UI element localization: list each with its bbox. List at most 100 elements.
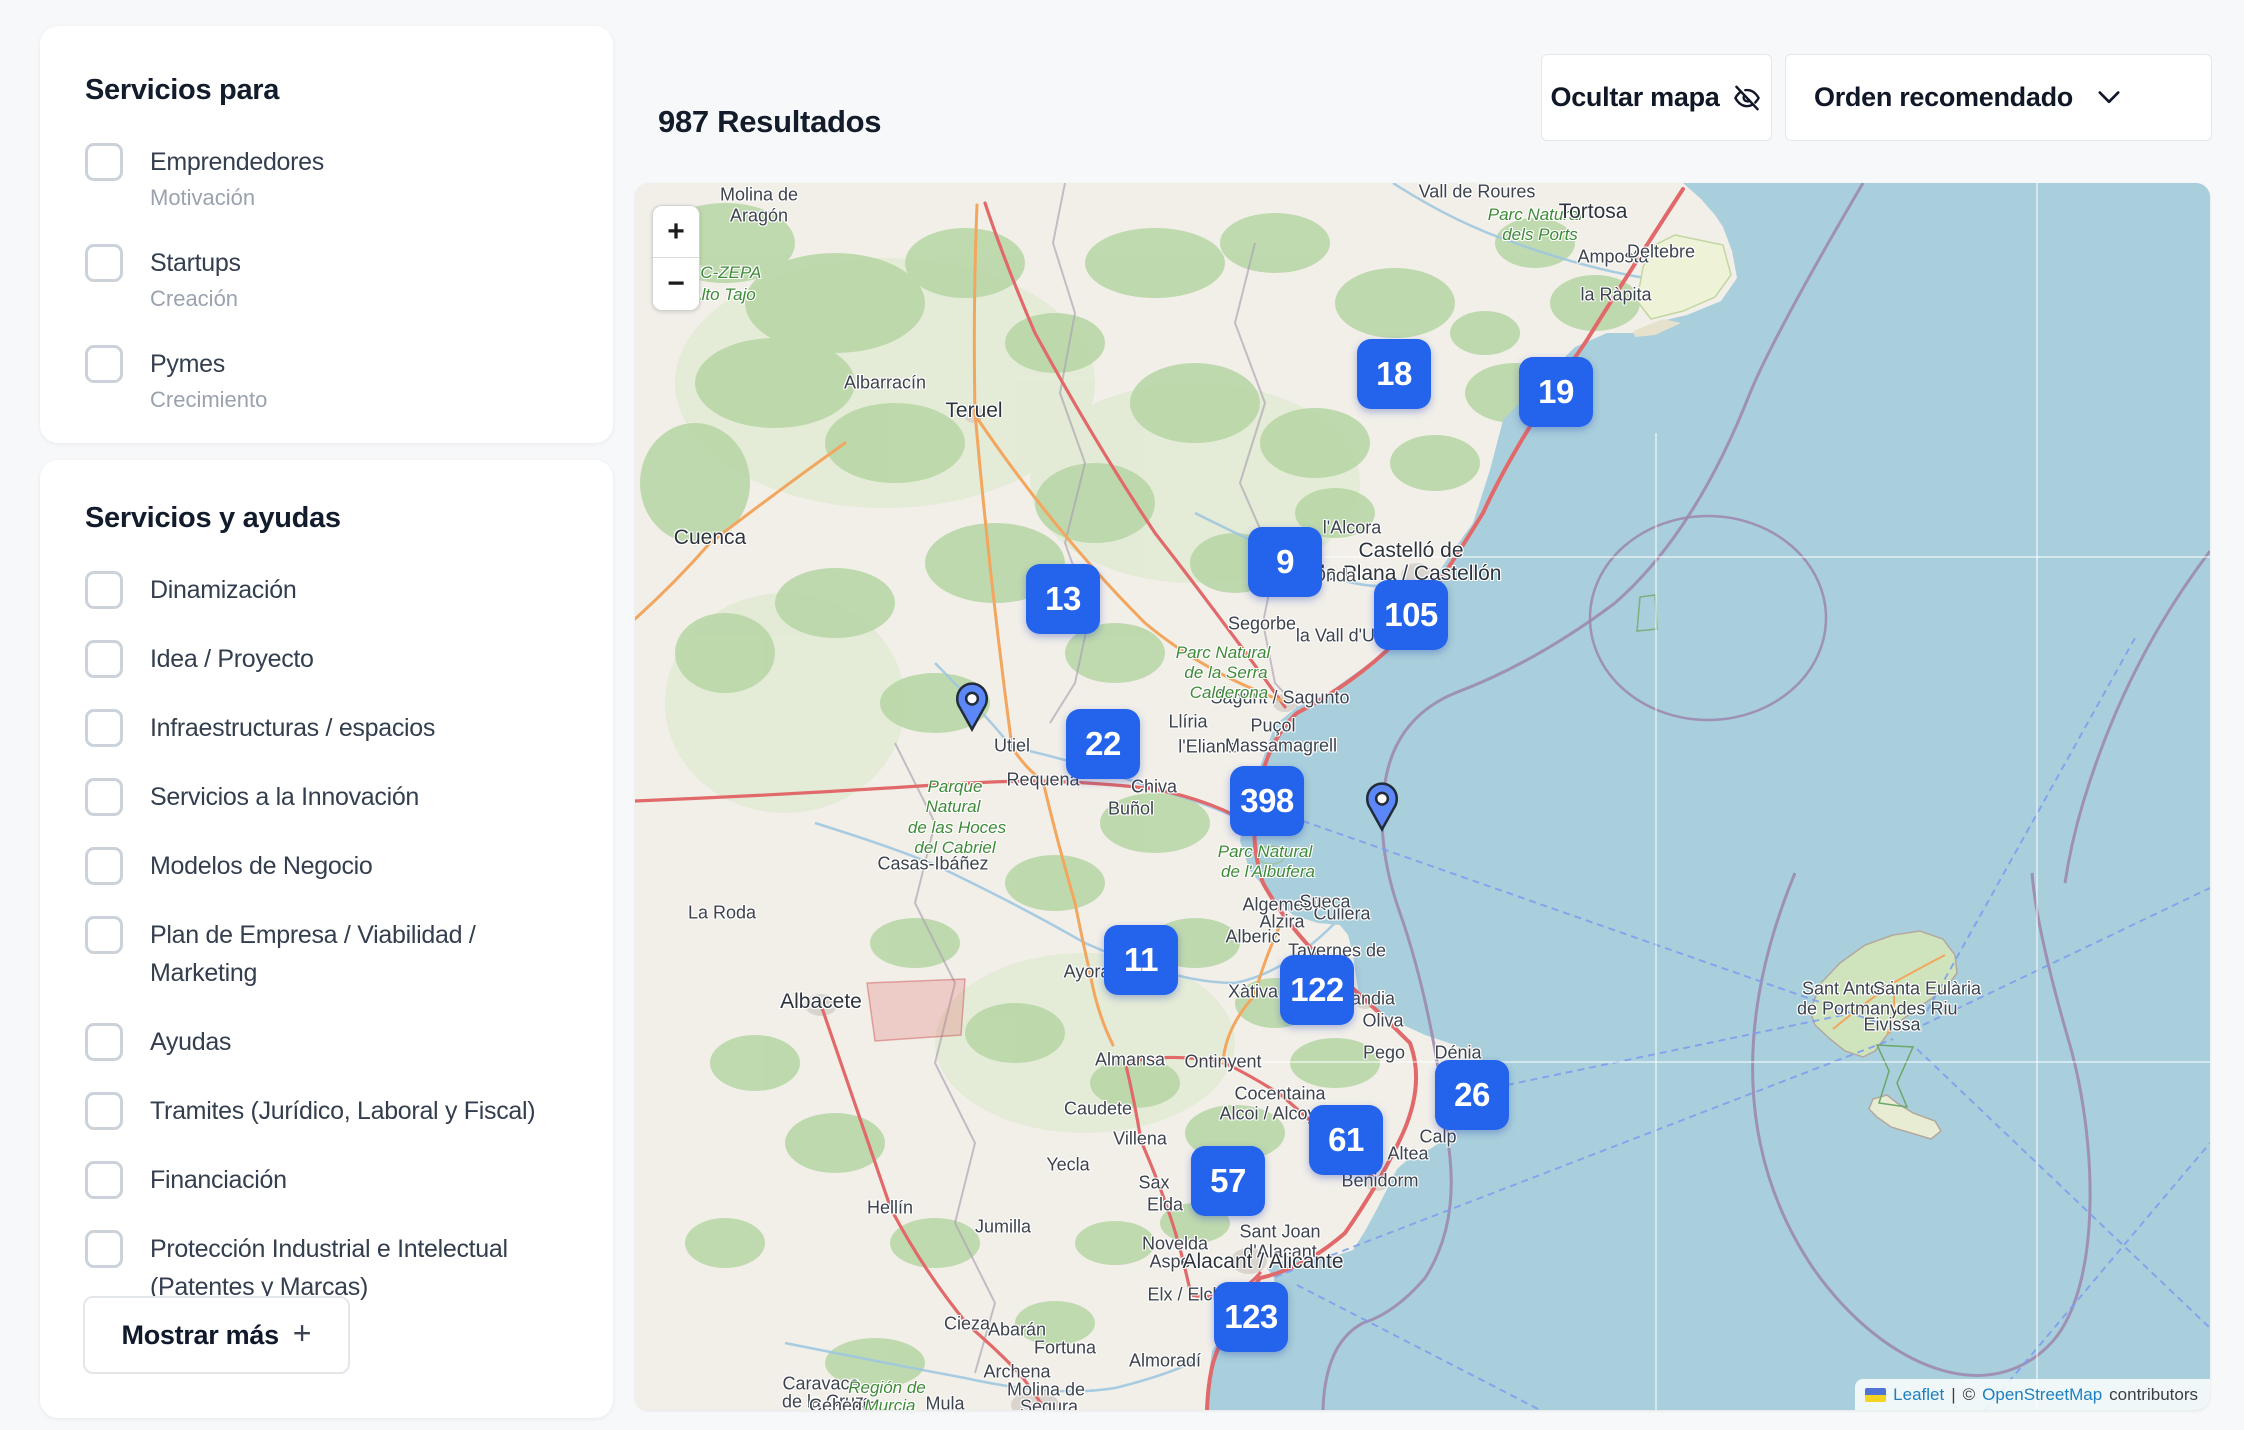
show-more-label: Mostrar más (122, 1320, 279, 1351)
page: Servicios para EmprendedoresMotivación St… (0, 0, 2244, 1430)
filter-option-modelos-de-negocio[interactable]: Modelos de Negocio (85, 847, 568, 885)
map-place-label: Altea (1387, 1144, 1428, 1165)
openstreetmap-link[interactable]: OpenStreetMap (1982, 1385, 2102, 1405)
map-place-label: Mula (925, 1394, 964, 1411)
map-place-label: Santa Eulària (1873, 979, 1981, 1000)
map-markers-layer: Molina deAragónTeruelAlbarracínCuencaVal… (635, 183, 2210, 1410)
map-place-label: Chiva (1131, 777, 1177, 798)
checkbox[interactable] (85, 143, 123, 181)
map-place-label: Sueca (1299, 892, 1350, 913)
map-place-label: Eivissa (1863, 1015, 1920, 1036)
results-count: 987 Resultados (658, 104, 881, 140)
show-more-button[interactable]: Mostrar más + (83, 1296, 350, 1374)
checkbox[interactable] (85, 1230, 123, 1268)
checkbox[interactable] (85, 571, 123, 609)
filter-sublabel: Crecimiento (150, 385, 267, 415)
map-place-label: Llíria (1168, 712, 1207, 733)
map-cluster-11[interactable]: 11 (1104, 925, 1178, 995)
map-cluster-13[interactable]: 13 (1026, 564, 1100, 634)
map-cluster-9[interactable]: 9 (1248, 527, 1322, 597)
filter-option-proteccio-n-industrial-e-intelectual-patentes-y-marcas[interactable]: Protección Industrial e Intelectual (Pat… (85, 1230, 568, 1306)
attribution-separator: | (1951, 1385, 1955, 1405)
filter-label: Infraestructuras / espacios (150, 709, 435, 747)
filter-card-servicios-para: Servicios para EmprendedoresMotivación St… (40, 26, 613, 443)
filter-option-dinamizacio-n[interactable]: Dinamización (85, 571, 568, 609)
hide-map-button[interactable]: Ocultar mapa (1541, 54, 1772, 141)
ukraine-flag-icon (1865, 1388, 1886, 1402)
map-cluster-61[interactable]: 61 (1309, 1105, 1383, 1175)
checkbox[interactable] (85, 916, 123, 954)
checkbox[interactable] (85, 640, 123, 678)
zoom-in-button[interactable]: + (653, 206, 699, 258)
map-place-label: Almoradí (1129, 1351, 1201, 1372)
checkbox[interactable] (85, 1161, 123, 1199)
sort-dropdown[interactable]: Orden recomendado (1785, 54, 2212, 141)
filter-option-plan-de-empresa-viabilidad-marketing[interactable]: Plan de Empresa / Viabilidad / Marketing (85, 916, 568, 992)
map-place-label: Albacete (780, 990, 862, 1014)
map[interactable]: Molina deAragónTeruelAlbarracínCuencaVal… (635, 183, 2210, 1410)
filter-group-title: Servicios y ayudas (85, 502, 568, 535)
map-pin-marker[interactable] (955, 682, 989, 732)
filter-option-infraestructuras-espacios[interactable]: Infraestructuras / espacios (85, 709, 568, 747)
map-place-label: l'Alcora (1323, 518, 1381, 539)
filter-option-idea-proyecto[interactable]: Idea / Proyecto (85, 640, 568, 678)
map-place-label: Buñol (1108, 799, 1154, 820)
map-cluster-26[interactable]: 26 (1435, 1060, 1509, 1130)
map-place-label: Natural (926, 797, 981, 817)
map-place-label: Molina de (720, 185, 798, 206)
map-place-label: Alto Tajo (690, 285, 756, 305)
checkbox[interactable] (85, 1092, 123, 1130)
map-cluster-22[interactable]: 22 (1066, 709, 1140, 779)
checkbox[interactable] (85, 778, 123, 816)
map-place-label: Tortosa (1559, 200, 1628, 224)
filter-label: Servicios a la Innovación (150, 778, 419, 816)
checkbox[interactable] (85, 345, 123, 383)
filter-option-startups[interactable]: StartupsCreación (85, 244, 568, 314)
map-place-label: Deltebre (1627, 242, 1695, 263)
map-place-label: Calderona (1190, 683, 1268, 703)
map-place-label: Segura (1020, 1397, 1078, 1411)
map-cluster-122[interactable]: 122 (1280, 955, 1354, 1025)
filter-label: Plan de Empresa / Viabilidad / Marketing (150, 916, 568, 992)
map-place-label: Aragón (730, 206, 788, 227)
map-place-label: del Cabriel (914, 838, 995, 858)
filter-option-emprendedores[interactable]: EmprendedoresMotivación (85, 143, 568, 213)
map-place-label: Caudete (1064, 1099, 1132, 1120)
filter-option-servicios-a-la-innovacio-n[interactable]: Servicios a la Innovación (85, 778, 568, 816)
chevron-down-icon (2098, 91, 2120, 104)
filter-label: Modelos de Negocio (150, 847, 373, 885)
map-place-label: Alacant / Alicante (1182, 1250, 1343, 1274)
filter-group-title: Servicios para (85, 74, 568, 107)
checkbox[interactable] (85, 709, 123, 747)
map-cluster-18[interactable]: 18 (1357, 339, 1431, 409)
map-cluster-19[interactable]: 19 (1519, 357, 1593, 427)
checkbox[interactable] (85, 847, 123, 885)
filter-option-financiacio-n[interactable]: Financiación (85, 1161, 568, 1199)
map-place-label: Elda (1147, 1195, 1183, 1216)
plus-icon: + (293, 1315, 312, 1352)
filter-label: Startups (150, 244, 241, 282)
zoom-out-button[interactable]: − (653, 258, 699, 310)
map-place-label: Parc Natural (1218, 842, 1312, 862)
map-cluster-398[interactable]: 398 (1230, 766, 1304, 836)
filter-label: Financiación (150, 1161, 287, 1199)
map-cluster-123[interactable]: 123 (1214, 1282, 1288, 1352)
map-pin-marker[interactable] (1365, 782, 1399, 832)
map-cluster-105[interactable]: 105 (1374, 580, 1448, 650)
filter-option-ayudas[interactable]: Ayudas (85, 1023, 568, 1061)
checkbox[interactable] (85, 1023, 123, 1061)
leaflet-link[interactable]: Leaflet (1893, 1385, 1944, 1405)
filter-option-pymes[interactable]: PymesCrecimiento (85, 345, 568, 415)
map-place-label: Vall de Roures (1419, 183, 1536, 203)
filter-label: Pymes (150, 345, 267, 383)
map-place-label: Albarracín (844, 373, 926, 394)
eye-off-icon (1732, 83, 1762, 113)
filter-option-tramites-juri-dico-laboral-y-fiscal[interactable]: Tramites (Jurídico, Laboral y Fiscal) (85, 1092, 568, 1130)
map-place-label: Jumilla (975, 1217, 1031, 1238)
filter-sublabel: Creación (150, 284, 241, 314)
map-place-label: Utiel (994, 736, 1030, 757)
map-place-label: Ontinyent (1184, 1052, 1261, 1073)
checkbox[interactable] (85, 244, 123, 282)
map-cluster-57[interactable]: 57 (1191, 1146, 1265, 1216)
map-place-label: Alcoi / Alcoy (1219, 1104, 1316, 1125)
